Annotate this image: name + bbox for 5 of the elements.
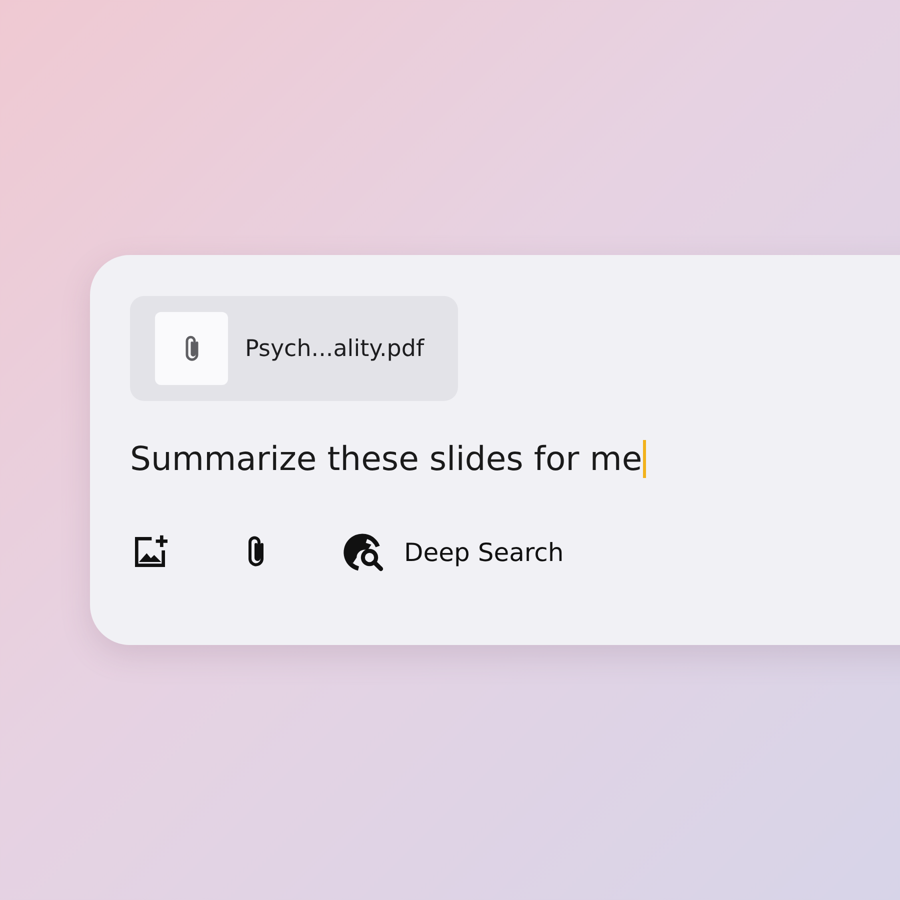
text-cursor xyxy=(643,440,646,478)
file-name: Psych...ality.pdf xyxy=(245,336,424,362)
deep-search-button[interactable]: Deep Search xyxy=(342,530,564,574)
input-field[interactable]: Summarize these slides for me xyxy=(130,439,646,478)
attachment-chip[interactable]: Psych...ality.pdf xyxy=(130,296,458,401)
